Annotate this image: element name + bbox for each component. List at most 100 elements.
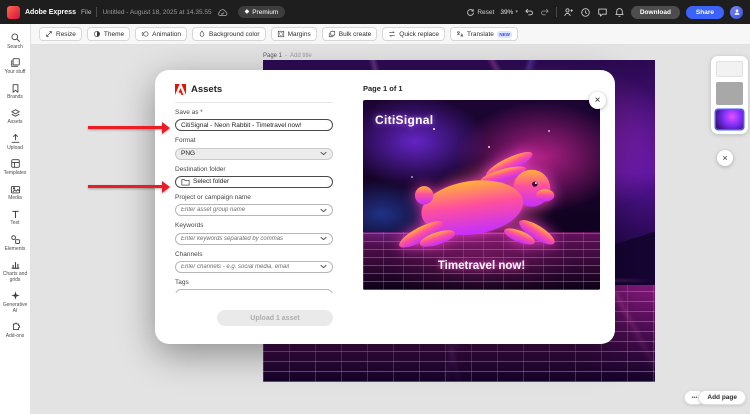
sidebar-item-charts-and-grids[interactable]: Charts and grids (0, 259, 30, 283)
assets-dialog: × Assets Save as * Format PNG De (155, 70, 615, 344)
app-name: Adobe Express (25, 9, 76, 16)
margins-button[interactable]: Margins (271, 27, 317, 41)
page-thumbnail[interactable] (716, 61, 743, 77)
history-clock-icon[interactable] (580, 7, 591, 18)
upload-icon (10, 133, 21, 144)
topbar: Adobe Express File Untitled - August 18,… (0, 0, 750, 24)
page-header: Page 1 - Add title (263, 53, 312, 59)
undo-button[interactable] (524, 7, 534, 17)
brands-icon (10, 83, 21, 94)
generative-ai-icon (10, 290, 21, 301)
theme-icon (93, 30, 101, 38)
zoom-level: 39% (500, 9, 513, 16)
sidebar-item-media[interactable]: Media (0, 184, 30, 202)
sidebar-item-generative-ai[interactable]: Generative AI (0, 290, 30, 314)
panel-close-button[interactable]: × (717, 150, 733, 166)
preview-tagline-text: Timetravel now! (363, 260, 600, 272)
background-color-button[interactable]: Background color (192, 27, 266, 41)
elements-icon (10, 234, 21, 245)
share-button[interactable]: Share (686, 6, 724, 19)
search-icon (10, 32, 21, 43)
document-toolbar: Resize Theme Animation Background color (31, 24, 750, 45)
project-placeholder: Enter asset group name (181, 207, 317, 213)
your-stuff-icon (10, 57, 21, 68)
annotation-arrow-save-as (88, 126, 162, 129)
topbar-right-controls: Reset 39% ▾ (466, 6, 743, 19)
left-sidebar: Search Your stuff Brands Assets (0, 24, 31, 414)
preview-column: Page 1 of 1 (363, 84, 600, 290)
dialog-title: Assets (191, 84, 222, 95)
divider (96, 7, 97, 17)
add-page-button[interactable]: Add page (698, 390, 746, 405)
divider (556, 7, 557, 17)
keywords-select[interactable]: Enter keywords separated by commas (175, 233, 333, 245)
ellipsis-icon: ••• (692, 395, 698, 401)
download-button[interactable]: Download (631, 6, 680, 19)
comments-icon[interactable] (597, 7, 608, 18)
partial-field-label: Tags (175, 280, 333, 287)
theme-button[interactable]: Theme (87, 27, 130, 41)
chevron-down-icon (320, 236, 327, 241)
partial-field-select[interactable] (175, 289, 333, 293)
notifications-bell-icon[interactable] (614, 7, 625, 18)
file-menu[interactable]: File (81, 9, 91, 16)
templates-icon (10, 158, 21, 169)
bulk-create-button[interactable]: Bulk create (322, 27, 378, 41)
dialog-header: Assets (175, 84, 333, 95)
premium-label: Premium (252, 9, 278, 16)
sidebar-item-assets[interactable]: Assets (0, 108, 30, 126)
premium-button[interactable]: ◆ Premium (238, 6, 286, 18)
channels-select[interactable]: Enter channels - e.g. social media, emai… (175, 261, 333, 273)
zoom-control[interactable]: 39% ▾ (500, 9, 518, 16)
channels-label: Channels (175, 252, 333, 259)
sidebar-item-brands[interactable]: Brands (0, 83, 30, 101)
margins-icon (277, 30, 285, 38)
page-title-placeholder[interactable]: Add title (290, 53, 312, 59)
dialog-close-button[interactable]: × (589, 92, 606, 109)
translate-button[interactable]: Translate NEW (450, 27, 518, 41)
chevron-down-icon (320, 208, 327, 213)
animation-button[interactable]: Animation (135, 27, 187, 41)
page-thumbnail-selected[interactable] (716, 110, 743, 129)
text-icon (10, 209, 21, 220)
format-label: Format (175, 138, 333, 145)
annotation-arrow-destination-folder (88, 185, 162, 188)
asset-preview-image: CitiSignal Timetravel now! (363, 100, 600, 290)
quick-replace-icon (388, 30, 396, 38)
document-title[interactable]: Untitled - August 18, 2025 at 14.35.55 (102, 9, 211, 16)
project-select[interactable]: Enter asset group name (175, 204, 333, 216)
sidebar-item-text[interactable]: Text (0, 209, 30, 227)
assets-form: Assets Save as * Format PNG Destination … (175, 84, 333, 293)
media-icon (10, 184, 21, 195)
upload-asset-button[interactable]: Upload 1 asset (217, 310, 333, 326)
preview-brand-text: CitiSignal (375, 113, 433, 127)
separator: - (285, 53, 287, 59)
avatar[interactable] (730, 6, 743, 19)
close-icon: × (722, 153, 727, 163)
reset-button[interactable]: Reset (466, 8, 494, 17)
select-folder-label: Select folder (193, 178, 229, 185)
close-icon: × (595, 95, 601, 106)
format-select[interactable]: PNG (175, 148, 333, 160)
sidebar-item-add-ons[interactable]: Add-ons (0, 321, 30, 339)
add-ons-icon (10, 321, 21, 332)
resize-button[interactable]: Resize (39, 27, 82, 41)
sidebar-item-templates[interactable]: Templates (0, 158, 30, 176)
bulk-create-icon (328, 30, 336, 38)
translate-icon (456, 30, 464, 38)
adobe-express-logo[interactable] (7, 6, 20, 19)
form-scroll-area[interactable]: Save as * Format PNG Destination folder … (175, 103, 333, 293)
redo-button[interactable] (540, 7, 550, 17)
page-thumbnail[interactable] (716, 82, 743, 105)
reset-icon (466, 8, 475, 17)
select-folder-button[interactable]: Select folder (175, 176, 333, 188)
sidebar-item-your-stuff[interactable]: Your stuff (0, 57, 30, 75)
sidebar-item-search[interactable]: Search (0, 32, 30, 50)
quick-replace-button[interactable]: Quick replace (382, 27, 445, 41)
cloud-sync-icon[interactable] (217, 8, 228, 17)
sidebar-item-elements[interactable]: Elements (0, 234, 30, 252)
keywords-placeholder: Enter keywords separated by commas (181, 236, 317, 242)
save-as-input[interactable] (175, 119, 333, 131)
sidebar-item-upload[interactable]: Upload (0, 133, 30, 151)
invite-person-icon[interactable] (563, 7, 574, 18)
